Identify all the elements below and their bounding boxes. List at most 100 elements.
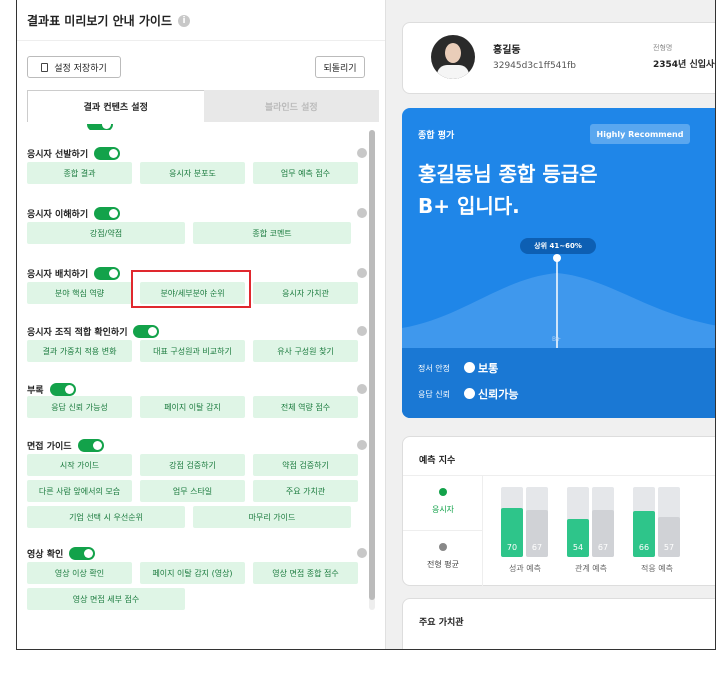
content-chip[interactable]: 종합 결과 bbox=[27, 162, 132, 184]
panel-header: 결과표 미리보기 안내 가이드 i bbox=[27, 12, 191, 29]
section-header: 응시자 조직 적합 확인하기 bbox=[27, 320, 369, 342]
section-toggle[interactable] bbox=[94, 266, 121, 280]
bar-group-label: 관계 예측 bbox=[575, 564, 607, 573]
content-chip[interactable]: 응답 신뢰 가능성 bbox=[27, 396, 132, 418]
tab-result-content[interactable]: 결과 컨텐츠 설정 bbox=[27, 90, 204, 122]
section-toggle[interactable] bbox=[94, 206, 121, 220]
section-title: 응시자 이해하기 bbox=[27, 209, 89, 220]
section-title: 부록 bbox=[27, 385, 44, 396]
content-chip[interactable]: 주요 가치관 bbox=[253, 480, 358, 502]
tab-blind-settings[interactable]: 블라인드 설정 bbox=[203, 90, 379, 122]
content-chip[interactable]: 영상 면접 종합 점수 bbox=[253, 562, 358, 584]
distribution-curve bbox=[402, 254, 715, 348]
bookmark-icon bbox=[41, 62, 49, 72]
info-icon[interactable] bbox=[357, 148, 367, 158]
content-chip[interactable]: 결과 가중치 적용 변화 bbox=[27, 340, 132, 362]
section-header: 면접 가이드 bbox=[27, 434, 369, 456]
legend-average[interactable]: 전형 평균 bbox=[403, 531, 483, 586]
applicant-value: 70 bbox=[506, 543, 518, 552]
percentile-badge: 상위 41~60% bbox=[520, 238, 596, 254]
type-label: 전형명 bbox=[653, 44, 673, 52]
content-chip[interactable]: 영상 이상 확인 bbox=[27, 562, 132, 584]
content-chip[interactable]: 강점 검증하기 bbox=[140, 454, 245, 476]
forecast-title: 예측 지수 bbox=[419, 456, 456, 466]
forecast-card: 예측 지수 응시자 전형 평균 70 67 성과 예측 54 67 관계 예측 66 57 적응… bbox=[402, 436, 715, 586]
group-icon bbox=[439, 543, 447, 551]
profile-id: 32945d3c1ff541fb bbox=[493, 61, 577, 71]
content-chip[interactable]: 영상 면접 세부 점수 bbox=[27, 588, 185, 610]
section-title: 응시자 선발하기 bbox=[27, 149, 89, 160]
headline-line-2: B+ 입니다. bbox=[418, 194, 520, 218]
content-chip[interactable]: 유사 구성원 찾기 bbox=[253, 340, 358, 362]
bar-group-label: 성과 예측 bbox=[509, 564, 541, 573]
guide-title: 결과표 미리보기 안내 가이드 bbox=[27, 14, 173, 28]
content-chip[interactable]: 종합 코멘트 bbox=[193, 222, 351, 244]
content-chip[interactable]: 시작 가이드 bbox=[27, 454, 132, 476]
scrollbar[interactable] bbox=[369, 130, 375, 610]
content-chip[interactable]: 강점/약점 bbox=[27, 222, 185, 244]
stability-value: 보통 bbox=[464, 360, 498, 376]
profile-name: 홍길동 bbox=[493, 45, 521, 56]
highlight-box bbox=[131, 270, 251, 308]
content-chip[interactable]: 전체 역량 점수 bbox=[253, 396, 358, 418]
average-value: 57 bbox=[663, 543, 675, 552]
applicant-value: 54 bbox=[572, 543, 584, 552]
content-settings-list: 응시자 선발하기종합 결과 응시자 분포도 업무 예측 점수응시자 이해하기강점/약… bbox=[17, 122, 369, 622]
info-icon[interactable] bbox=[357, 548, 367, 558]
content-chip[interactable]: 업무 예측 점수 bbox=[253, 162, 358, 184]
stability-label: 정서 안정 bbox=[418, 364, 450, 373]
grade-marker: B+ bbox=[552, 336, 562, 343]
content-chip[interactable]: 응시자 분포도 bbox=[140, 162, 245, 184]
content-chip[interactable]: 응시자 가치관 bbox=[253, 282, 358, 304]
clipped-section-header bbox=[27, 124, 127, 130]
content-chip[interactable]: 업무 스타일 bbox=[140, 480, 245, 502]
type-value: 2354년 신입사원 bbox=[653, 60, 716, 70]
applicant-value: 66 bbox=[638, 543, 650, 552]
section-toggle[interactable] bbox=[133, 324, 160, 338]
section-header: 영상 확인 bbox=[27, 542, 369, 564]
save-settings-button[interactable]: 설정 저장하기 bbox=[27, 56, 121, 78]
legend-column: 응시자 전형 평균 bbox=[403, 476, 483, 586]
info-icon[interactable] bbox=[357, 384, 367, 394]
content-chip[interactable]: 마무리 가이드 bbox=[193, 506, 351, 528]
info-icon[interactable]: i bbox=[178, 14, 191, 27]
reset-button[interactable]: 되돌리기 bbox=[315, 56, 365, 78]
content-chip[interactable]: 페이지 이탈 감지 (영상) bbox=[140, 562, 245, 584]
section-toggle[interactable] bbox=[94, 146, 121, 160]
section-title: 응시자 조직 적합 확인하기 bbox=[27, 327, 128, 338]
header-divider bbox=[17, 40, 385, 41]
section-toggle[interactable] bbox=[77, 438, 104, 452]
info-icon[interactable] bbox=[357, 268, 367, 278]
profile-card: 홍길동 32945d3c1ff541fb 전형명 2354년 신입사원 bbox=[402, 22, 716, 94]
preview-panel: 홍길동 32945d3c1ff541fb 전형명 2354년 신입사원 종합 평… bbox=[385, 0, 716, 649]
summary-title: 종합 평가 bbox=[418, 131, 455, 141]
info-icon[interactable] bbox=[357, 326, 367, 336]
content-chip[interactable]: 다른 사람 앞에서의 모습 bbox=[27, 480, 132, 502]
info-icon[interactable] bbox=[357, 208, 367, 218]
average-value: 67 bbox=[597, 543, 609, 552]
section-title: 응시자 배치하기 bbox=[27, 269, 89, 280]
info-icon[interactable] bbox=[357, 440, 367, 450]
section-title: 면접 가이드 bbox=[27, 441, 72, 452]
content-chip[interactable]: 약점 검증하기 bbox=[253, 454, 358, 476]
section-header: 응시자 이해하기 bbox=[27, 202, 369, 224]
window-frame: 결과표 미리보기 안내 가이드 i 설정 저장하기 되돌리기 결과 컨텐츠 설정… bbox=[16, 0, 716, 650]
check-icon bbox=[464, 388, 475, 399]
summary-card: 종합 평가 Highly Recommend 홍길동님 종합 등급은 B+ 입니… bbox=[402, 108, 715, 418]
legend-applicant[interactable]: 응시자 bbox=[403, 476, 483, 531]
headline-line-1: 홍길동님 종합 등급은 bbox=[418, 162, 598, 186]
content-chip[interactable]: 페이지 이탈 감지 bbox=[140, 396, 245, 418]
section-toggle[interactable] bbox=[69, 546, 96, 560]
average-value: 67 bbox=[531, 543, 543, 552]
reliability-value: 신뢰가능 bbox=[464, 386, 518, 402]
content-chip[interactable]: 기업 선택 시 우선순위 bbox=[27, 506, 185, 528]
section-toggle[interactable] bbox=[49, 382, 76, 396]
content-chip[interactable]: 대표 구성원과 비교하기 bbox=[140, 340, 245, 362]
content-chip[interactable]: 분야 핵심 역량 bbox=[27, 282, 132, 304]
smile-icon bbox=[464, 362, 475, 373]
section-header: 응시자 선발하기 bbox=[27, 142, 369, 164]
scrollbar-thumb[interactable] bbox=[369, 130, 375, 600]
section-title: 영상 확인 bbox=[27, 549, 64, 560]
summary-footer bbox=[402, 348, 715, 418]
avatar bbox=[431, 35, 475, 79]
